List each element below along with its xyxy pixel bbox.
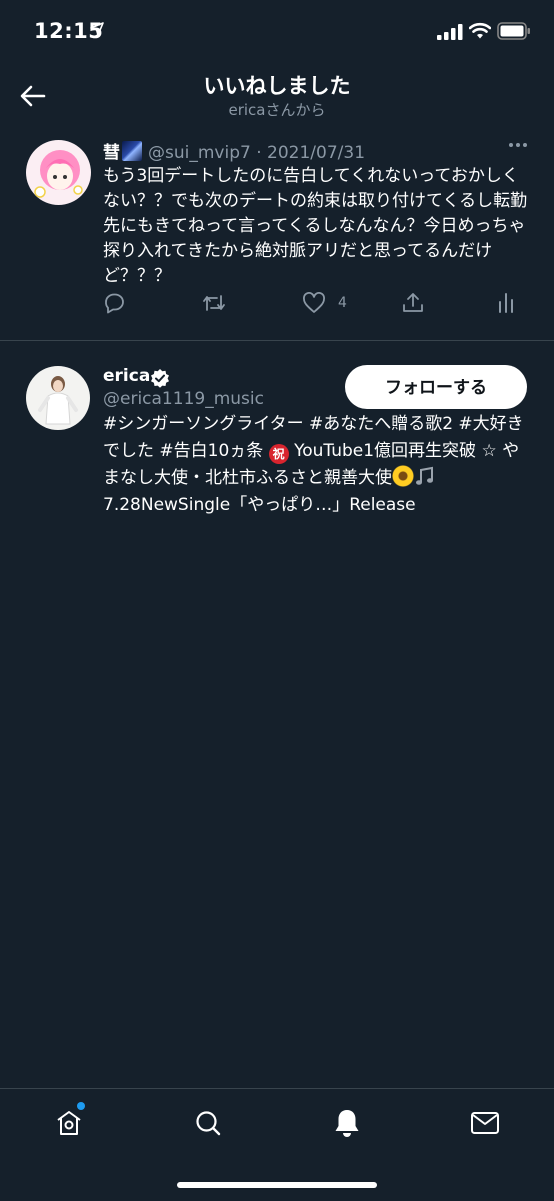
messages-icon: [471, 1112, 499, 1134]
liked-tweet[interactable]: 彗 @sui_mvip7 · 2021/07/31 もう3回デートしたのに告白して…: [0, 128, 554, 341]
more-icon[interactable]: [508, 142, 528, 148]
avatar-image: [26, 140, 91, 205]
user-bio: #シンガーソングライター #あなたへ贈る歌2 #大好きでした #告白10ヵ条 祝…: [103, 411, 533, 519]
nav-header: いいねしました ericaさんから: [0, 64, 554, 128]
follow-button[interactable]: フォローする: [345, 365, 527, 409]
analytics-button[interactable]: [496, 290, 516, 316]
tweet-author-avatar[interactable]: [26, 140, 91, 205]
retweet-button[interactable]: [202, 290, 226, 316]
like-button[interactable]: 4: [302, 290, 347, 316]
verified-icon: [151, 369, 169, 388]
home-badge-dot: [77, 1102, 85, 1110]
search-icon: [196, 1111, 221, 1136]
like-icon: [303, 292, 325, 313]
sunflower-emoji-icon: [392, 465, 414, 487]
home-indicator: [177, 1182, 377, 1188]
notifications-icon: [335, 1110, 359, 1137]
tweet-actions: 4: [103, 290, 523, 316]
reply-icon: [105, 293, 124, 314]
signal-icon: [437, 24, 463, 40]
user-handle[interactable]: @erica1119_music: [103, 389, 264, 409]
location-icon: [90, 22, 104, 36]
retweet-icon: [203, 295, 225, 311]
tab-notifications[interactable]: [317, 1103, 377, 1143]
page-title: いいねしました: [203, 74, 351, 98]
tweet-text: もう3回デートしたのに告白してくれないっておかしくない？？でも次のデートの約束は…: [103, 166, 528, 286]
tweet-date[interactable]: 2021/07/31: [267, 143, 365, 163]
wifi-icon: [469, 22, 491, 39]
tweet-header: 彗 @sui_mvip7 · 2021/07/31: [103, 138, 365, 163]
tab-search[interactable]: [178, 1103, 238, 1143]
tab-home[interactable]: [39, 1103, 99, 1143]
battery-icon: [497, 22, 530, 40]
home-icon: [57, 1111, 81, 1135]
tweet-author-name[interactable]: 彗: [103, 143, 120, 163]
reply-button[interactable]: [103, 290, 125, 316]
analytics-icon: [499, 293, 513, 313]
share-icon: [403, 293, 423, 312]
tab-messages[interactable]: [455, 1103, 515, 1143]
user-cell[interactable]: erica @erica1119_music フォローする #シンガーソングライ…: [0, 341, 554, 521]
bio-text-3: 7.28NewSingle「やっぱり…」Release: [103, 495, 416, 515]
share-button[interactable]: [401, 290, 425, 316]
avatar-image: [26, 366, 90, 430]
user-avatar[interactable]: [26, 366, 90, 430]
like-count: 4: [338, 295, 347, 311]
celebration-emoji-icon: 祝: [268, 444, 289, 464]
user-name[interactable]: erica: [103, 366, 150, 386]
music-note-emoji-icon: [416, 466, 433, 485]
tweet-separator: ·: [250, 143, 268, 163]
tweet-handle[interactable]: @sui_mvip7: [148, 143, 251, 163]
sparkle-emoji-icon: [122, 141, 142, 161]
status-bar: 12:15: [0, 0, 554, 64]
page-subtitle: ericaさんから: [228, 101, 326, 119]
